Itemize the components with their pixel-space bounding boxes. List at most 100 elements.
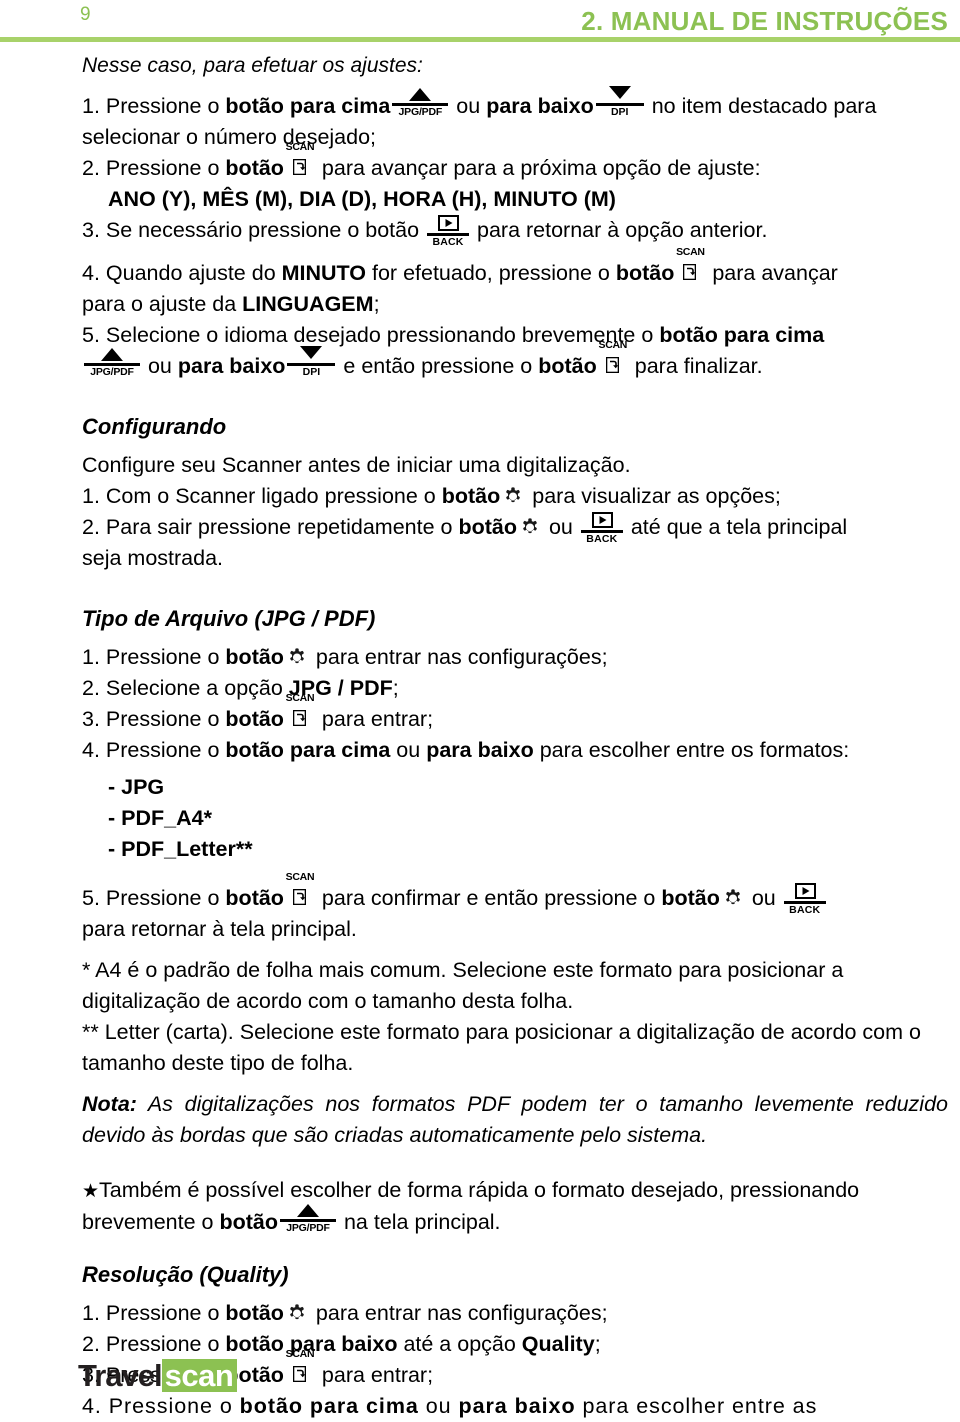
config-2-a: 2. Para sair pressione repetidamente o — [82, 515, 459, 539]
star-note-d: na tela principal. — [337, 1210, 501, 1234]
back-button-icon: BACK — [427, 215, 470, 248]
scan-button-label: SCAN — [598, 339, 628, 351]
up-jpg-pdf-button-icon: JPG/PDF — [392, 88, 449, 118]
tipo-item-3: 3. Pressione o botão SCAN para entrar; — [82, 693, 948, 735]
scan-button-icon: SCAN — [285, 142, 315, 179]
tipo-5-b: botão — [225, 886, 284, 910]
config-2-c: ou — [543, 515, 579, 539]
scan-button-icon: SCAN — [285, 693, 315, 730]
footnote-letter: ** Letter (carta). Selecione este format… — [82, 1020, 921, 1075]
step-1-continuation: selecionar o número desejado; — [82, 125, 377, 149]
scan-button-label: SCAN — [285, 871, 315, 883]
page-header: 9 2. MANUAL DE INSTRUÇÕES — [0, 0, 960, 48]
scan-button-icon: SCAN — [675, 247, 705, 284]
tipo-1-b: botão — [225, 645, 284, 669]
step-5-text-g: para finalizar. — [628, 354, 763, 378]
res-4-b: botão para cima — [239, 1394, 419, 1418]
star-note-line-1: ★Também é possível escolher de forma ráp… — [82, 1175, 948, 1207]
back-button-label: BACK — [586, 533, 618, 545]
star-note-line-2: brevemente o botão JPG/PDF na tela princi… — [82, 1204, 948, 1238]
tipo-5-a: 5. Pressione o — [82, 886, 226, 910]
res-2-e: ; — [594, 1332, 601, 1356]
tipo-3-c: para entrar; — [315, 707, 434, 731]
gear-icon — [286, 647, 308, 668]
format-option-jpg: - JPG — [108, 775, 165, 799]
star-note-c: botão — [219, 1210, 278, 1234]
res-1-a: 1. Pressione o — [82, 1301, 226, 1325]
tipo-2-c: ; — [392, 676, 399, 700]
scan-button-label: SCAN — [285, 1348, 315, 1360]
down-button-label: DPI — [610, 106, 629, 118]
step-2-text-b: botão — [225, 156, 284, 180]
step-4-text-a: 4. Quando ajuste do — [82, 261, 282, 285]
config-1-c: para visualizar as opções; — [526, 484, 781, 508]
res-4-c: ou — [418, 1394, 459, 1418]
step-1-text-d: para baixo — [486, 94, 594, 118]
scan-button-icon: SCAN — [598, 340, 628, 377]
step-4-text-b: MINUTO — [281, 261, 367, 285]
step-2-text-c: para avançar para a próxima opção de aju… — [315, 156, 761, 180]
res-4-d: para baixo — [458, 1394, 576, 1418]
res-2-d: Quality — [521, 1332, 595, 1356]
configurando-item-2-continuation: seja mostrada. — [82, 546, 224, 570]
up-button-label: JPG/PDF — [286, 1222, 330, 1234]
resolucao-item-4: 4. Pressione o botão para cima ou para b… — [82, 1391, 948, 1422]
gear-icon — [722, 888, 744, 909]
step-1-text-e: no item destacado para — [645, 94, 877, 118]
footnote-a4: * A4 é o padrão de folha mais comum. Sel… — [82, 958, 844, 1013]
gear-icon — [502, 486, 524, 507]
res-4-a: 4. Pressione o — [82, 1394, 240, 1418]
format-option-pdf-letter: - PDF_Letter** — [108, 837, 253, 861]
page-number: 9 — [80, 4, 91, 25]
res-2-c: até a opção — [397, 1332, 522, 1356]
down-dpi-button-icon: DPI — [595, 86, 644, 118]
step-2-line: 2. Pressione o botão SCAN para avançar pa… — [82, 142, 948, 184]
step-5-text-d: para baixo — [177, 354, 286, 378]
travelscan-logo: Travel scan — [78, 1358, 238, 1393]
star-note-b: brevemente o — [82, 1210, 220, 1234]
step-3-text-b: para retornar à opção anterior. — [471, 218, 768, 242]
step-5-text-b: botão para cima — [659, 323, 825, 347]
section-heading-configurando: Configurando — [82, 414, 227, 439]
step-5-line: 5. Selecione o idioma desejado pressiona… — [82, 320, 948, 351]
section-heading-tipo-arquivo: Tipo de Arquivo (JPG / PDF) — [82, 606, 376, 631]
nota-text: As digitalizações nos formatos PDF podem… — [82, 1092, 948, 1147]
up-button-label: JPG/PDF — [398, 106, 443, 118]
res-1-b: botão — [225, 1301, 284, 1325]
page-footer: Travel scan — [78, 1358, 238, 1393]
up-jpg-pdf-button-icon: JPG/PDF — [279, 1204, 336, 1234]
back-button-icon: BACK — [580, 512, 623, 545]
gear-icon — [519, 517, 541, 538]
step-1-text-c: ou — [450, 94, 487, 118]
gear-icon — [286, 1303, 308, 1324]
step-4-text-d: botão — [615, 261, 675, 285]
tipo-5-e: ou — [745, 886, 782, 910]
scan-button-icon: SCAN — [285, 872, 315, 909]
step-1-text-a: 1. Pressione o — [82, 94, 226, 118]
page-title: 2. MANUAL DE INSTRUÇÕES — [581, 6, 948, 36]
tipo-1-c: para entrar nas configurações; — [309, 645, 608, 669]
step-4-cont-c: ; — [373, 292, 380, 316]
step-5-text-e: e então pressione o — [337, 354, 539, 378]
configurando-item-1: 1. Com o Scanner ligado pressione o botã… — [82, 481, 948, 512]
star-icon: ★ — [82, 1181, 100, 1202]
tipo-item-1: 1. Pressione o botão para entrar nas con… — [82, 642, 948, 673]
res-2-a: 2. Pressione o — [82, 1332, 226, 1356]
logo-text-scan: scan — [161, 1359, 238, 1392]
step-3-text-a: 3. Se necessário pressione o botão — [82, 218, 426, 242]
tipo-2-a: 2. Selecione a opção — [82, 676, 289, 700]
down-dpi-button-icon: DPI — [287, 346, 336, 378]
step-5-text-c: ou — [142, 354, 178, 378]
config-2-d: até que a tela principal — [624, 515, 848, 539]
back-button-label: BACK — [432, 236, 464, 248]
back-button-icon: BACK — [783, 883, 826, 916]
scan-button-label: SCAN — [285, 692, 315, 704]
configurando-item-2: 2. Para sair pressione repetidamente o b… — [82, 512, 948, 545]
logo-text-travel: Travel — [78, 1358, 163, 1393]
tipo-4-b: botão para cima — [225, 738, 391, 762]
step-1-text-b: botão para cima — [225, 94, 391, 118]
up-button-label: JPG/PDF — [90, 366, 134, 378]
step-4-line: 4. Quando ajuste do MINUTO for efetuado,… — [82, 247, 948, 289]
step-4-text-c: for efetuado, pressione o — [366, 261, 616, 285]
resolucao-item-1: 1. Pressione o botão para entrar nas con… — [82, 1298, 948, 1329]
